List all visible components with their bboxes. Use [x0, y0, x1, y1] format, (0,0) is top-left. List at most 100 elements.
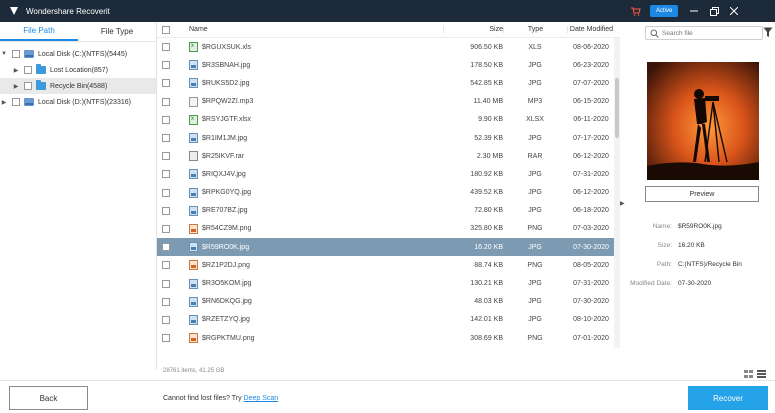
file-row[interactable]: $R59RO0K.jpg 16.20 KB JPG 07-30-2020	[157, 238, 620, 257]
expand-right-icon[interactable]: ▶	[12, 83, 20, 90]
row-checkbox[interactable]	[162, 315, 170, 324]
expand-right-icon[interactable]: ▶	[12, 67, 20, 74]
column-type[interactable]: Type	[503, 26, 567, 33]
jpg-file-icon	[189, 314, 198, 325]
app-window: Wondershare Recoverit Active File Path F…	[0, 0, 775, 413]
file-row[interactable]: $R3SBNAH.jpg 178.50 KB JPG 06-23-2020	[157, 56, 620, 74]
row-checkbox[interactable]	[162, 206, 170, 215]
scrollbar-thumb[interactable]	[615, 78, 619, 138]
tree-item-lost-location[interactable]: ▶ Lost Location(857)	[0, 62, 156, 78]
jpg-file-icon	[189, 60, 198, 71]
scrollbar[interactable]	[614, 38, 620, 348]
file-name: $R3SBNAH.jpg	[202, 61, 251, 69]
file-row[interactable]: $RUKS5D2.jpg 542.85 KB JPG 07-07-2020	[157, 74, 620, 92]
file-row[interactable]: $RZETZYQ.jpg 142.01 KB JPG 08-10-2020	[157, 311, 620, 329]
deep-scan-link[interactable]: Deep Scan	[244, 395, 279, 402]
row-checkbox[interactable]	[162, 224, 170, 233]
file-row[interactable]: $R54CZ9M.png 325.80 KB PNG 07-03-2020	[157, 220, 620, 238]
preview-panel: Preview Name: $R59RO0K.jpg Size: 16.20 K…	[626, 22, 775, 380]
tree-item-local-disk-c[interactable]: ▼ Local Disk (C:)(NTFS)(5445)	[0, 46, 156, 62]
column-name[interactable]: Name	[175, 26, 443, 33]
meta-value: $R59RO0K.jpg	[678, 223, 722, 230]
select-all-checkbox[interactable]	[162, 25, 170, 34]
file-row[interactable]: $RN6DKQG.jpg 48.03 KB JPG 07-30-2020	[157, 293, 620, 311]
checkbox[interactable]	[12, 50, 20, 58]
file-type: JPG	[528, 207, 542, 215]
file-date: 07-07-2020	[573, 79, 609, 87]
tree-item-recycle-bin[interactable]: ▶ Recycle Bin(4588)	[0, 78, 156, 94]
row-checkbox[interactable]	[162, 243, 170, 252]
restore-icon[interactable]	[704, 0, 724, 22]
file-name: $RPQW2ZI.mp3	[202, 98, 254, 106]
jpg-file-icon	[189, 242, 198, 253]
file-row[interactable]: $R1IM1JM.jpg 52.39 KB JPG 07-17-2020	[157, 129, 620, 147]
xls-file-icon	[189, 114, 198, 125]
expand-down-icon[interactable]: ▼	[0, 51, 8, 57]
row-checkbox[interactable]	[162, 261, 170, 270]
file-name: $RIQXJ4V.jpg	[202, 170, 246, 178]
active-badge[interactable]: Active	[650, 5, 679, 17]
file-date: 06-15-2020	[573, 98, 609, 106]
file-size: 180.92 KB	[470, 170, 503, 178]
minimize-icon[interactable]	[684, 0, 704, 22]
checkbox[interactable]	[12, 98, 20, 106]
column-size[interactable]: Size	[443, 26, 503, 33]
app-logo-icon	[8, 5, 20, 17]
file-row[interactable]: $RPQW2ZI.mp3 11.40 MB MP3 06-15-2020	[157, 93, 620, 111]
hint-text: Cannot find lost files? Try	[163, 395, 244, 402]
file-row[interactable]: $RZ1P2DJ.png 88.74 KB PNG 08-05-2020	[157, 256, 620, 274]
search-input[interactable]	[662, 29, 762, 37]
file-row[interactable]: $R3O5KOM.jpg 130.21 KB JPG 07-31-2020	[157, 274, 620, 292]
row-checkbox[interactable]	[162, 188, 170, 197]
preview-button[interactable]: Preview	[645, 186, 759, 202]
file-date: 07-30-2020	[573, 243, 609, 251]
list-view-icon[interactable]	[757, 370, 766, 378]
checkbox[interactable]	[24, 66, 32, 74]
row-checkbox[interactable]	[162, 97, 170, 106]
row-checkbox[interactable]	[162, 61, 170, 70]
meta-label: Size:	[657, 242, 672, 249]
file-row[interactable]: $RGPKTMU.png 308.69 KB PNG 07-01-2020	[157, 329, 620, 347]
meta-label: Modified Date:	[630, 280, 672, 287]
cart-icon[interactable]	[626, 0, 646, 22]
file-type: XLS	[528, 43, 542, 51]
file-row[interactable]: $RE707BZ.jpg 72.80 KB JPG 06-18-2020	[157, 202, 620, 220]
file-row[interactable]: $RPKG0YQ.jpg 439.52 KB JPG 06-12-2020	[157, 184, 620, 202]
tree-item-local-disk-d[interactable]: ▶ Local Disk (D:)(NTFS)(23316)	[0, 94, 156, 110]
search-box[interactable]	[645, 26, 763, 40]
grid-view-icon[interactable]	[744, 370, 753, 378]
file-type: PNG	[527, 261, 543, 269]
file-row[interactable]: $R25IKVF.rar 2.30 MB RAR 06-12-2020	[157, 147, 620, 165]
tab-file-type[interactable]: File Type	[78, 22, 156, 41]
row-checkbox[interactable]	[162, 334, 170, 343]
row-checkbox[interactable]	[162, 115, 170, 124]
file-row[interactable]: $RIQXJ4V.jpg 180.92 KB JPG 07-31-2020	[157, 165, 620, 183]
back-button[interactable]: Back	[9, 386, 88, 410]
drive-icon	[24, 98, 34, 106]
mp3-file-icon	[189, 96, 198, 107]
app-title: Wondershare Recoverit	[26, 6, 110, 16]
close-icon[interactable]	[724, 0, 744, 22]
meta-value: 07-30-2020	[678, 280, 712, 287]
file-row[interactable]: $RGUXSUK.xls 906.50 KB XLS 08-06-2020	[157, 38, 620, 56]
recover-button[interactable]: Recover	[688, 386, 768, 410]
location-tabs: File Path File Type	[0, 22, 156, 42]
row-checkbox[interactable]	[162, 152, 170, 161]
tab-file-path[interactable]: File Path	[0, 22, 78, 41]
row-checkbox[interactable]	[162, 297, 170, 306]
jpg-file-icon	[189, 187, 198, 198]
file-name: $RGPKTMU.png	[202, 334, 255, 342]
row-checkbox[interactable]	[162, 279, 170, 288]
checkbox[interactable]	[24, 82, 32, 90]
file-date: 08-10-2020	[573, 316, 609, 324]
column-date[interactable]: Date Modified	[567, 26, 615, 33]
filter-icon[interactable]	[763, 27, 773, 39]
expand-right-icon[interactable]: ▶	[0, 99, 8, 106]
row-checkbox[interactable]	[162, 79, 170, 88]
row-checkbox[interactable]	[162, 43, 170, 52]
tree-item-label: Local Disk (D:)(NTFS)(23316)	[38, 98, 131, 106]
row-checkbox[interactable]	[162, 134, 170, 143]
file-list: Name Size Type Date Modified $RGUXSUK.xl…	[157, 22, 620, 380]
row-checkbox[interactable]	[162, 170, 170, 179]
file-row[interactable]: $RSYJGTF.xlsx 9.90 KB XLSX 06-11-2020	[157, 111, 620, 129]
